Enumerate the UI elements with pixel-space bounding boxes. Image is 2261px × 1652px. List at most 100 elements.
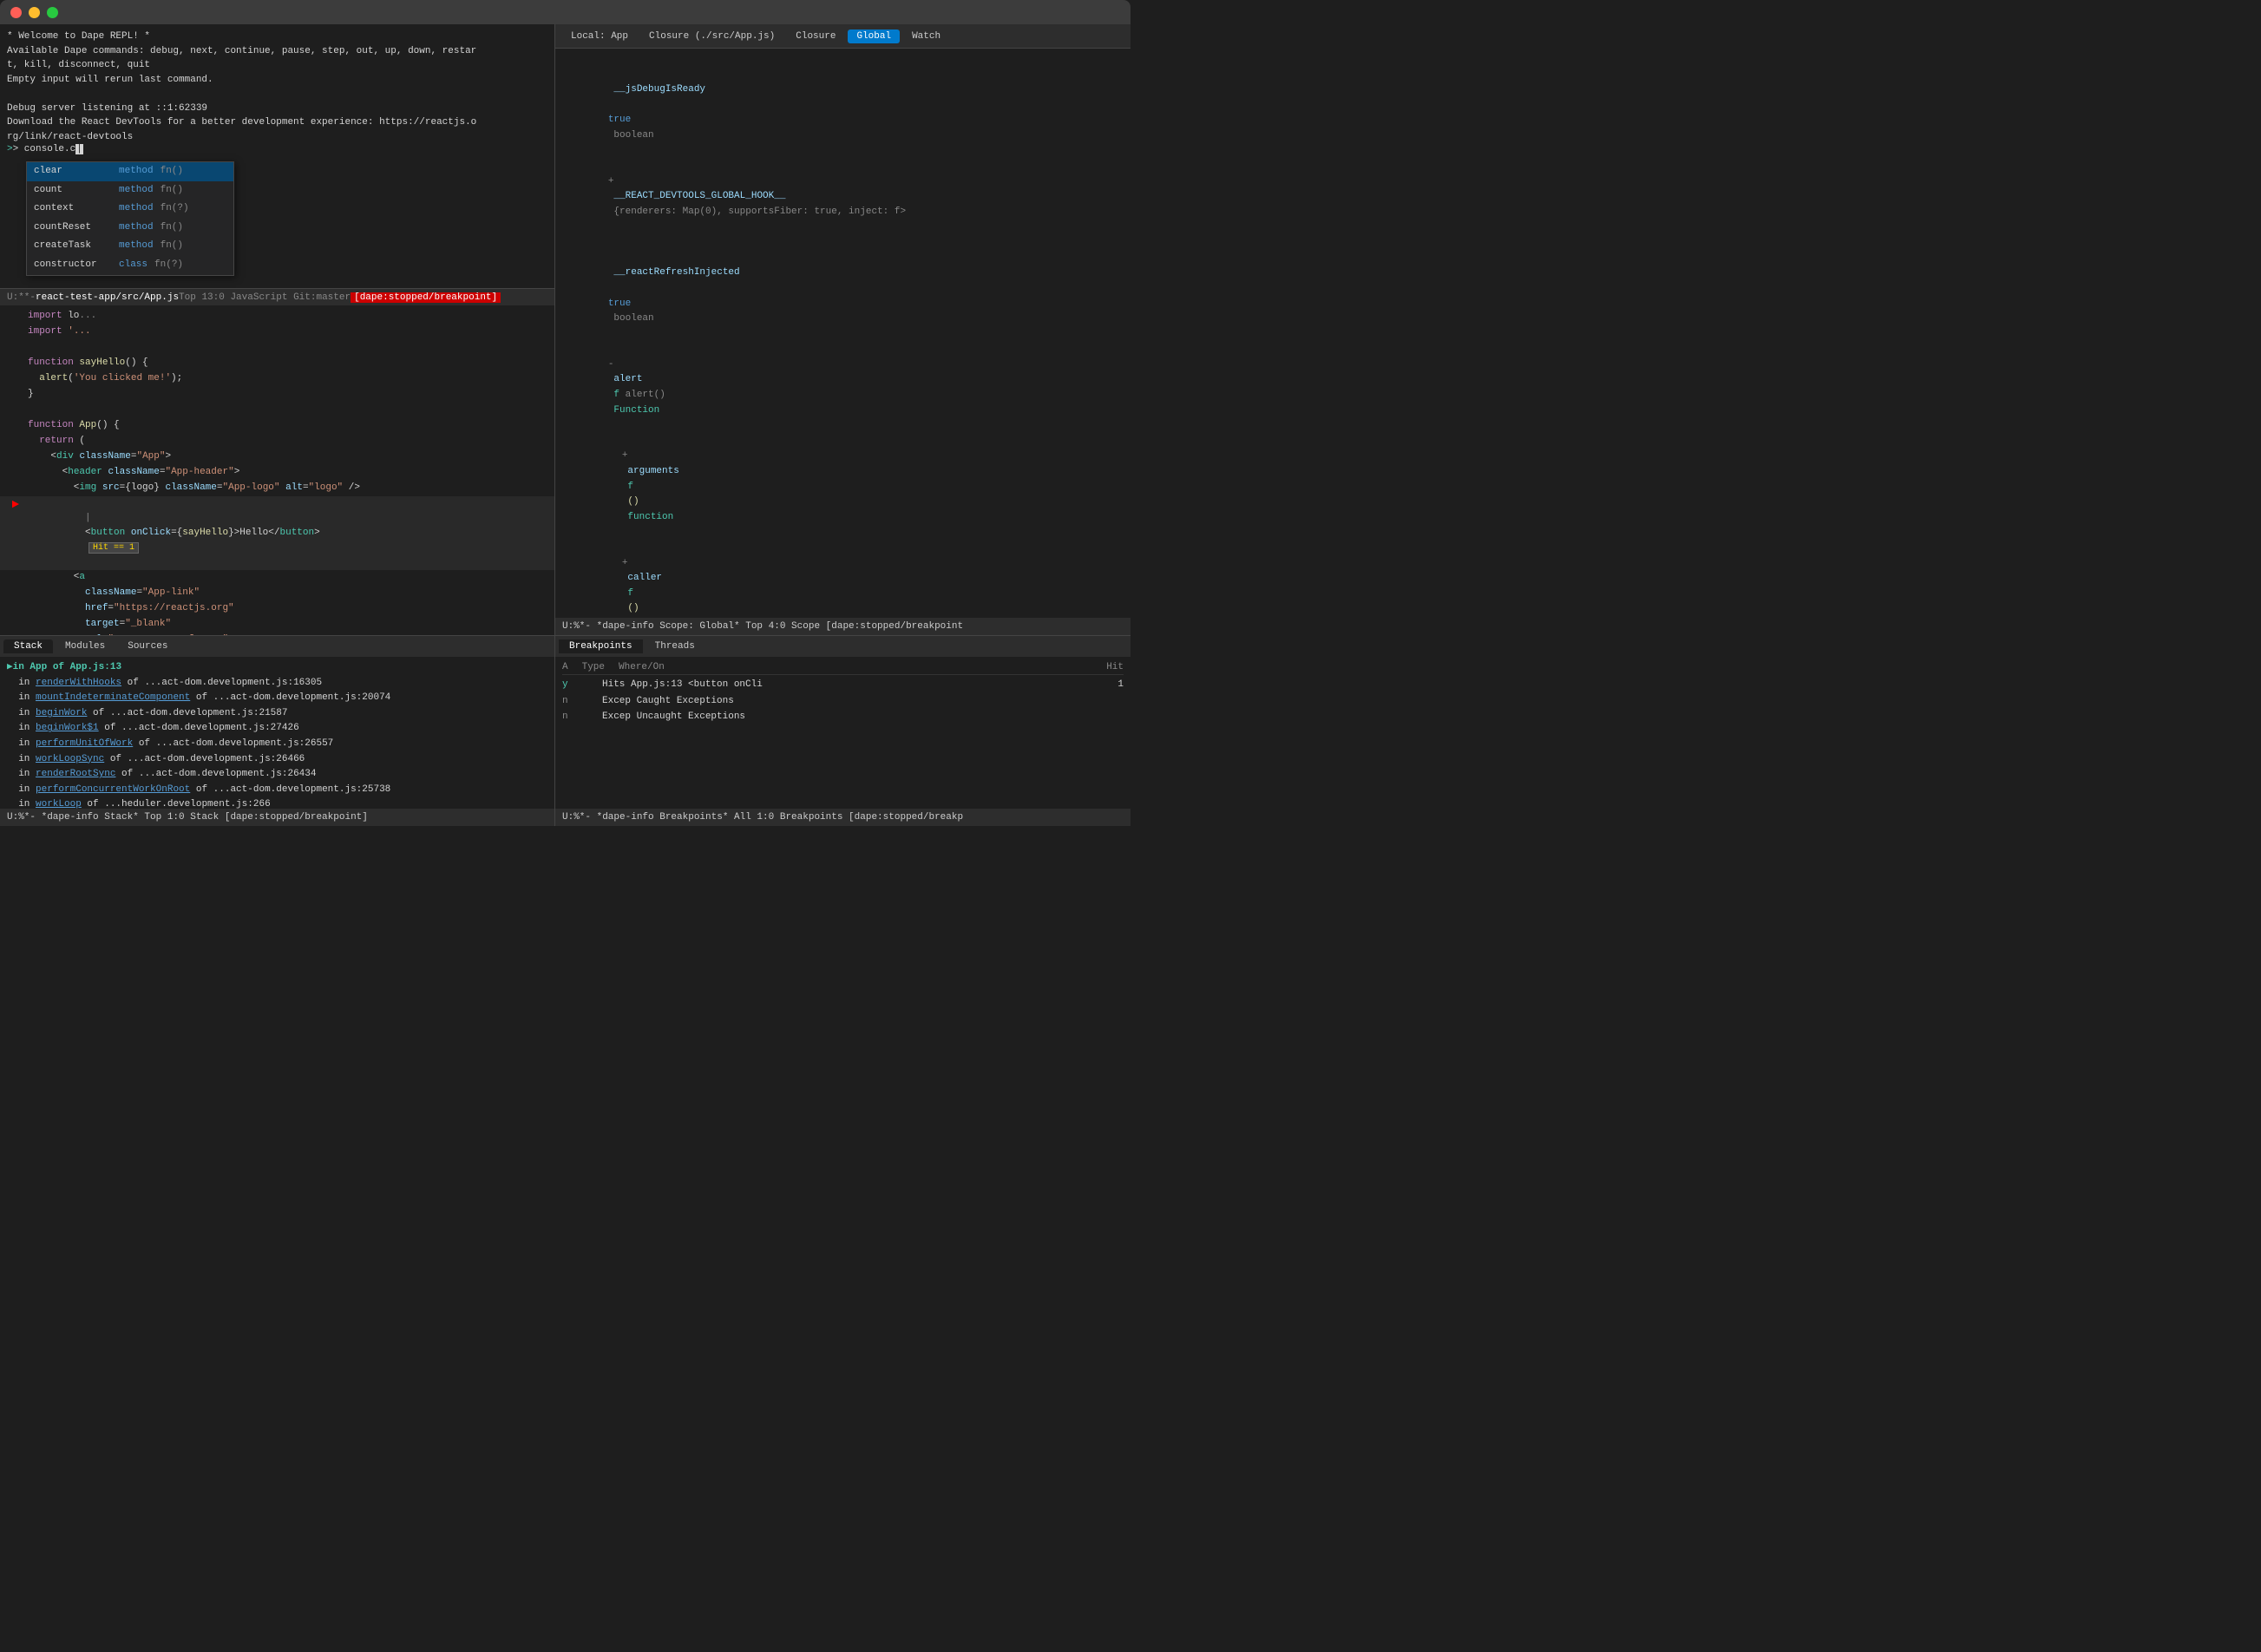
scope-tabs: Local: App Closure (./src/App.js) Closur… <box>555 24 1130 49</box>
code-position: Top 13:0 JavaScript Git:master <box>179 292 351 303</box>
autocomplete-item-createtask[interactable]: createTask method fn() <box>27 237 233 256</box>
right-status-text: U:%*- *dape-info Scope: Global* Top 4:0 … <box>562 621 963 632</box>
stack-line-2: in mountIndeterminateComponent of ...act… <box>7 691 547 706</box>
scope-tab-watch[interactable]: Watch <box>903 30 949 43</box>
code-editor[interactable]: import lo... import '... function sayHel… <box>0 305 554 635</box>
tab-sources[interactable]: Sources <box>117 639 178 653</box>
bp-col-where: Where/On <box>619 662 1092 672</box>
code-line-app-decl: function App() { <box>0 418 554 434</box>
code-line-return: return ( <box>0 434 554 449</box>
ac-type-countreset: method <box>119 220 154 236</box>
ac-name-countreset: countReset <box>34 220 112 236</box>
bp-row-2: n Excep Caught Exceptions <box>562 693 1124 710</box>
autocomplete-item-countreset[interactable]: countReset method fn() <box>27 219 233 238</box>
right-status: U:%*- *dape-info Scope: Global* Top 4:0 … <box>555 618 1130 635</box>
autocomplete-item-count[interactable]: count method fn() <box>27 181 233 200</box>
bottom-panel: Stack Modules Sources ▶in App of App.js:… <box>0 635 554 826</box>
var-key-arguments: arguments <box>622 466 679 476</box>
tab-threads[interactable]: Threads <box>645 639 705 653</box>
scope-tab-closure[interactable]: Closure <box>787 30 844 43</box>
scope-tab-closure-app[interactable]: Closure (./src/App.js) <box>640 30 783 43</box>
right-panel: Local: App Closure (./src/App.js) Closur… <box>555 24 1130 826</box>
ac-sig-context: fn(?) <box>161 201 189 217</box>
var-key-reactrefresh: __reactRefreshInjected <box>608 267 740 278</box>
tab-stack[interactable]: Stack <box>3 639 53 653</box>
autocomplete-item-clear[interactable]: clear method fn() <box>27 162 233 181</box>
expand-reactdevtools: + <box>608 176 614 187</box>
var-val-jsdebug: true <box>608 115 631 125</box>
scope-tab-global[interactable]: Global <box>848 30 900 43</box>
code-filename: react-test-app/src/App.js <box>36 292 179 303</box>
stack-line-1: in renderWithHooks of ...act-dom.develop… <box>7 676 547 692</box>
code-line-img: <img src={logo} className="App-logo" alt… <box>0 481 554 496</box>
expand-arguments: + <box>622 450 628 461</box>
right-bottom-status-text: U:%*- *dape-info Breakpoints* All 1:0 Br… <box>562 812 963 823</box>
var-line-alert: - alert f alert() Function <box>562 342 1124 434</box>
titlebar <box>0 0 1130 24</box>
left-panel: * Welcome to Dape REPL! * Available Dape… <box>0 24 555 826</box>
autocomplete-item-context[interactable]: context method fn(?) <box>27 200 233 219</box>
expand-caller: + <box>622 558 628 568</box>
tab-modules[interactable]: Modules <box>55 639 115 653</box>
ac-sig-clear: fn() <box>161 164 183 180</box>
code-modeline: U:**- react-test-app/src/App.js Top 13:0… <box>0 288 554 305</box>
code-stopped-badge: [dape:stopped/breakpoint] <box>351 292 501 303</box>
repl-prompt-char: > <box>7 144 13 154</box>
ac-type-clear: method <box>119 164 154 180</box>
code-line-header-tag: <header className="App-header"> <box>0 465 554 481</box>
code-line-blank <box>0 340 554 356</box>
var-val-reactdevtools: {renderers: Map(0), supportsFiber: true,… <box>608 206 906 217</box>
scope-tab-local[interactable]: Local: App <box>562 30 637 43</box>
code-line-alert: alert('You clicked me!'); <box>0 371 554 387</box>
ac-name-clear: clear <box>34 164 112 180</box>
repl-blank1 <box>7 87 547 102</box>
stack-line-9: in workLoop of ...heduler.development.js… <box>7 797 547 809</box>
var-type-caller: f <box>622 588 633 599</box>
var-key-jsdebug: __jsDebugIsReady <box>608 84 705 95</box>
ac-sig-createtask: fn() <box>161 239 183 254</box>
var-fn-alert: Function <box>608 405 659 416</box>
var-val-reactrefresh: true <box>608 298 631 309</box>
var-type2-arguments: function <box>622 512 673 522</box>
right-bottom-panel: Breakpoints Threads A Type Where/On Hit … <box>555 635 1130 826</box>
ac-type-context: method <box>119 201 154 217</box>
expand-reactrefresh <box>608 252 614 263</box>
close-button[interactable] <box>10 7 22 18</box>
var-type-alert: f alert() <box>608 390 665 400</box>
minimize-button[interactable] <box>29 7 40 18</box>
var-line-reactrefresh: __reactRefreshInjected true boolean <box>562 235 1124 342</box>
ac-name-constructor: constructor <box>34 258 112 273</box>
repl-commands2: t, kill, disconnect, quit <box>7 58 547 73</box>
stack-line-7: in renderRootSync of ...act-dom.developm… <box>7 767 547 783</box>
bp-a-2: n <box>562 693 588 710</box>
var-type-arguments: f <box>622 482 633 492</box>
bp-hit-1: 1 <box>1117 677 1124 693</box>
expand-jsdebug <box>608 69 614 80</box>
maximize-button[interactable] <box>47 7 58 18</box>
bottom-status: U:%*- *dape-info Stack* Top 1:0 Stack [d… <box>0 809 554 826</box>
autocomplete-item-constructor[interactable]: constructor class fn(?) <box>27 256 233 275</box>
stack-line-0: ▶in App of App.js:13 <box>7 660 547 676</box>
autocomplete-dropdown: clear method fn() count method fn() cont… <box>26 161 234 276</box>
var-type-jsdebug: boolean <box>608 130 654 141</box>
tab-breakpoints[interactable]: Breakpoints <box>559 639 643 653</box>
bp-col-hit: Hit <box>1106 662 1124 672</box>
bp-where-2: Excep Caught Exceptions <box>602 693 1110 710</box>
repl-devtools: Download the React DevTools for a better… <box>7 115 547 130</box>
bp-a-3: n <box>562 709 588 725</box>
bp-col-type: Type <box>582 662 605 672</box>
vars-area[interactable]: __jsDebugIsReady true boolean + __REACT_… <box>555 49 1130 618</box>
repl-cursor: | <box>75 144 83 154</box>
ac-type-constructor: class <box>119 258 147 273</box>
repl-empty: Empty input will rerun last command. <box>7 73 547 88</box>
var-val-caller: () <box>622 603 639 613</box>
bp-header: A Type Where/On Hit <box>562 660 1124 675</box>
ac-type-createtask: method <box>119 239 154 254</box>
ac-sig-constructor: fn(?) <box>154 258 183 273</box>
ac-sig-count: fn() <box>161 183 183 199</box>
code-line-import2: import '... <box>0 324 554 340</box>
var-type-reactrefresh: boolean <box>608 313 654 324</box>
right-bottom-status: U:%*- *dape-info Breakpoints* All 1:0 Br… <box>555 809 1130 826</box>
repl-area[interactable]: * Welcome to Dape REPL! * Available Dape… <box>0 24 554 288</box>
bp-where-3: Excep Uncaught Exceptions <box>602 709 1110 725</box>
